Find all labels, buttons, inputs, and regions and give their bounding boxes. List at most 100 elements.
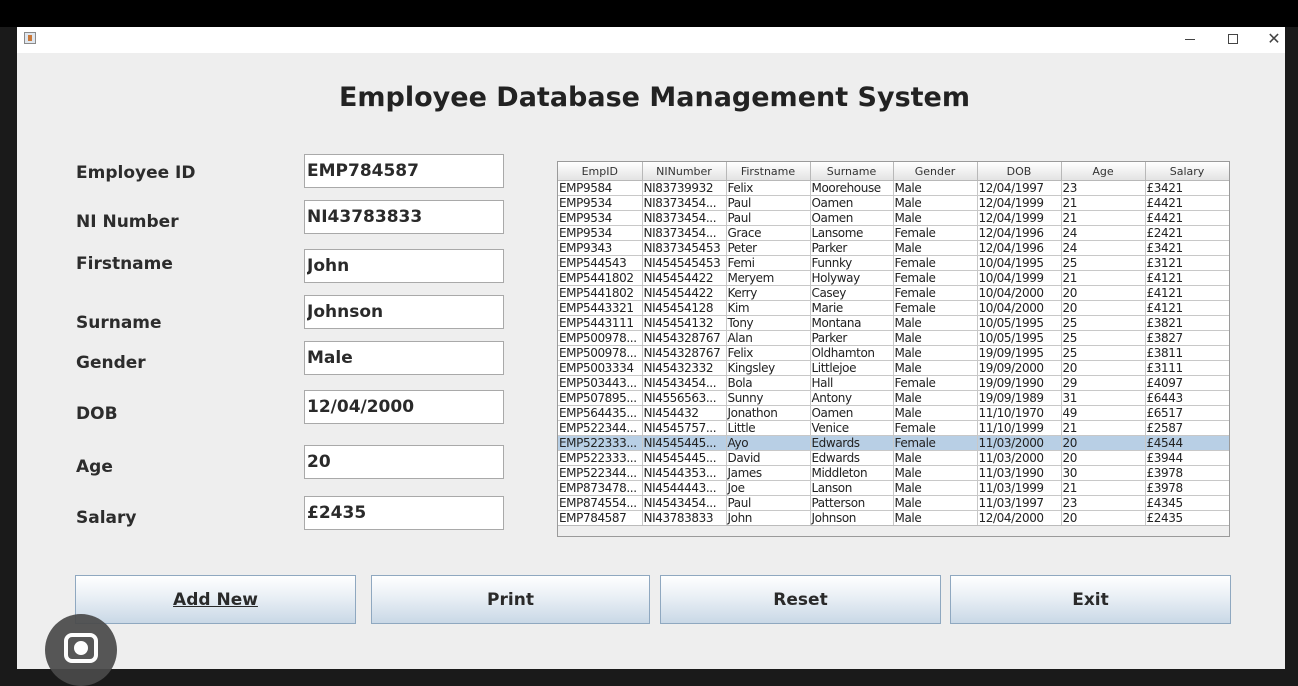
table-cell: 29 — [1060, 375, 1146, 391]
age-input[interactable] — [304, 445, 504, 479]
table-row[interactable]: EMP784587 NI43783833 John Johnson Male 12/04/… — [558, 510, 1229, 526]
table-cell: NI4543454... — [641, 495, 727, 511]
add-new-button[interactable]: Add New — [75, 575, 356, 624]
table-cell: 10/04/1999 — [976, 270, 1062, 286]
salary-input[interactable] — [304, 496, 504, 530]
table-cell: NI454328767 — [641, 345, 727, 361]
table-cell: Johnson — [809, 510, 894, 526]
table-cell: Bola — [725, 375, 811, 391]
add-new-label: Add New — [173, 589, 258, 610]
table-cell: EMP5443111 — [558, 315, 643, 331]
column-header-gender[interactable]: Gender — [892, 162, 978, 181]
exit-button[interactable]: Exit — [950, 575, 1231, 624]
column-header-firstname[interactable]: Firstname — [725, 162, 811, 181]
table-row[interactable]: EMP522333... NI4545445... David Edwards Male… — [558, 450, 1229, 466]
table-row[interactable]: EMP5441802 NI45454422 Meryem Holyway Female 1… — [558, 270, 1229, 286]
table-cell: NI4545757... — [641, 420, 727, 436]
employee-id-input[interactable] — [304, 154, 504, 188]
table-cell: EMP9534 — [558, 225, 643, 241]
table-row[interactable]: EMP5443111 NI45454132 Tony Montana Male 10/05… — [558, 315, 1229, 331]
table-cell: NI83739932 — [641, 180, 727, 196]
table-cell: 25 — [1060, 345, 1146, 361]
table-row[interactable]: EMP500978... NI454328767 Felix Oldhamton Mal… — [558, 345, 1229, 361]
table-row[interactable]: EMP873478... NI4544443... Joe Lanson Male 11/… — [558, 480, 1229, 496]
table-row[interactable]: EMP9343 NI837345453 Peter Parker Male 12/04/1… — [558, 240, 1229, 256]
table-cell: 10/05/1995 — [976, 315, 1062, 331]
column-header-surname[interactable]: Surname — [809, 162, 894, 181]
column-header-ninumber[interactable]: NINumber — [641, 162, 727, 181]
table-cell: EMP522344... — [558, 420, 643, 436]
table-row[interactable]: EMP9534 NI8373454... Grace Lansome Female 12/… — [558, 225, 1229, 241]
table-cell: 10/04/1995 — [976, 255, 1062, 271]
google-lens-button[interactable] — [45, 614, 117, 686]
dob-input[interactable] — [304, 390, 504, 424]
table-row[interactable]: EMP503443... NI4543454... Bola Hall Female 19… — [558, 375, 1229, 391]
table-cell: Casey — [809, 285, 894, 301]
table-cell: Edwards — [809, 450, 894, 466]
table-cell: £3944 — [1144, 450, 1229, 466]
table-cell: Oamen — [809, 405, 894, 421]
table-cell: £3421 — [1144, 180, 1229, 196]
table-row[interactable]: EMP522344... NI4545757... Little Venice Fema… — [558, 420, 1229, 436]
table-cell: 11/03/2000 — [976, 450, 1062, 466]
table-cell: £3111 — [1144, 360, 1229, 376]
table-row[interactable]: EMP544543 NI454545453 Femi Funnky Female 10/0… — [558, 255, 1229, 271]
table-row[interactable]: EMP5441802 NI45454422 Kerry Casey Female 10/0… — [558, 285, 1229, 301]
page-title: Employee Database Management System — [338, 82, 971, 113]
column-header-empid[interactable]: EmpID — [558, 162, 643, 181]
table-row[interactable]: EMP874554... NI4543454... Paul Patterson Mal… — [558, 495, 1229, 511]
reset-button[interactable]: Reset — [660, 575, 941, 624]
column-header-salary[interactable]: Salary — [1144, 162, 1229, 181]
employee-id-label: Employee ID — [76, 163, 196, 183]
table-row[interactable]: EMP500978... NI454328767 Alan Parker Male 10/… — [558, 330, 1229, 346]
column-header-age[interactable]: Age — [1060, 162, 1146, 181]
table-cell: EMP5441802 — [558, 270, 643, 286]
table-row[interactable]: EMP9534 NI8373454... Paul Oamen Male 12/04/19… — [558, 210, 1229, 226]
table-cell: Female — [892, 270, 978, 286]
table-cell: EMP500978... — [558, 330, 643, 346]
table-cell: EMP544543 — [558, 255, 643, 271]
lens-dot — [74, 641, 88, 655]
table-row[interactable]: EMP9534 NI8373454... Paul Oamen Male 12/04/19… — [558, 195, 1229, 211]
gender-input[interactable] — [304, 341, 504, 375]
table-cell: Oamen — [809, 195, 894, 211]
surname-input[interactable] — [304, 295, 504, 329]
table-body: EMP9584 NI83739932 Felix Moorehouse Male 12/0… — [558, 180, 1229, 526]
maximize-icon — [1228, 34, 1238, 44]
table-cell: 21 — [1060, 480, 1146, 496]
table-cell: NI45454128 — [641, 300, 727, 316]
table-scroll-area[interactable] — [558, 525, 1229, 536]
table-cell: 12/04/1997 — [976, 180, 1062, 196]
table-row[interactable]: EMP564435... NI454432 Jonathon Oamen Male 11/… — [558, 405, 1229, 421]
maximize-button[interactable] — [1213, 27, 1253, 51]
table-cell: 49 — [1060, 405, 1146, 421]
print-button[interactable]: Print — [371, 575, 650, 624]
table-row[interactable]: EMP9584 NI83739932 Felix Moorehouse Male 12/0… — [558, 180, 1229, 196]
employee-table[interactable]: EmpID NINumber Firstname Surname Gender DOB Ag… — [557, 161, 1230, 537]
ni-number-input[interactable] — [304, 200, 504, 234]
table-cell: EMP5441802 — [558, 285, 643, 301]
table-row[interactable]: EMP5003334 NI45432332 Kingsley Littlejoe Mal… — [558, 360, 1229, 376]
gender-label: Gender — [76, 353, 146, 373]
table-cell: 24 — [1060, 240, 1146, 256]
table-cell: £4121 — [1144, 300, 1229, 316]
column-header-dob[interactable]: DOB — [976, 162, 1062, 181]
table-row[interactable]: EMP522344... NI4544353... James Middleton Ma… — [558, 465, 1229, 481]
employee-grid: EmpID NINumber Firstname Surname Gender DOB Ag… — [558, 162, 1229, 526]
table-row[interactable]: EMP507895... NI4556563... Sunny Antony Male 1… — [558, 390, 1229, 406]
table-cell: Male — [892, 360, 978, 376]
table-cell: Holyway — [809, 270, 894, 286]
table-row[interactable]: EMP5443321 NI45454128 Kim Marie Female 10/04/… — [558, 300, 1229, 316]
table-cell: £2435 — [1144, 510, 1229, 526]
close-button[interactable]: ✕ — [1254, 27, 1285, 51]
firstname-input[interactable] — [304, 249, 504, 283]
minimize-button[interactable] — [1170, 27, 1210, 51]
minimize-icon — [1185, 38, 1195, 40]
table-cell: 25 — [1060, 330, 1146, 346]
table-cell: EMP784587 — [558, 510, 643, 526]
table-cell: 25 — [1060, 255, 1146, 271]
table-row[interactable]: EMP522333... NI4545445... Ayo Edwards Female… — [558, 435, 1229, 451]
table-cell: EMP507895... — [558, 390, 643, 406]
table-cell: 12/04/1996 — [976, 225, 1062, 241]
table-cell: 21 — [1060, 195, 1146, 211]
